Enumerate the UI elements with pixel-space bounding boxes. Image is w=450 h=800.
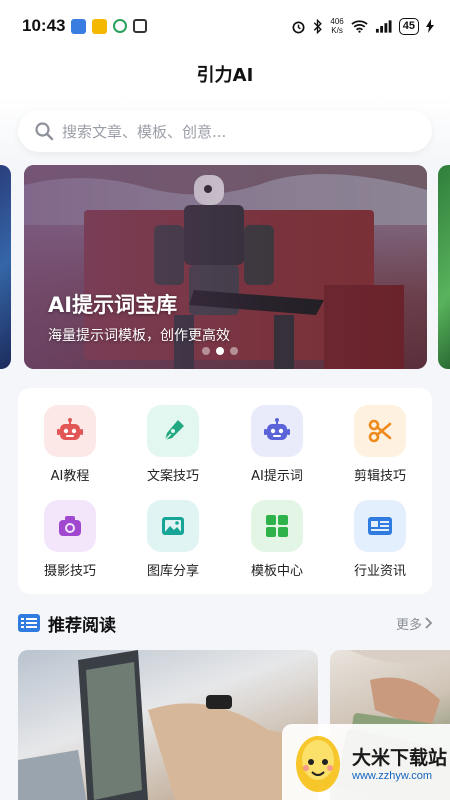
search-icon xyxy=(35,122,54,141)
net-speed-value: 406 xyxy=(330,17,344,26)
grid-icon xyxy=(266,515,288,537)
banner-slide[interactable]: AI提示词宝库 海量提示词模板，创作更高效 xyxy=(24,165,427,369)
banner-title: AI提示词宝库 xyxy=(48,293,178,317)
more-label: 更多 xyxy=(395,617,422,633)
banner-subtitle: 海量提示词模板，创作更高效 xyxy=(48,328,230,344)
section-title-group: 推荐阅读 xyxy=(18,611,116,636)
app-header: 引力AI xyxy=(0,52,450,96)
wifi-icon xyxy=(351,20,368,33)
category-industry-news[interactable]: 行业资讯 xyxy=(328,500,432,590)
status-time: 10:43 xyxy=(22,16,66,35)
page-title: 引力AI xyxy=(196,65,254,86)
pen-nib-icon xyxy=(164,420,184,441)
camera-icon xyxy=(59,516,81,536)
search-input[interactable]: 搜索文章、模板、创意... xyxy=(18,110,432,152)
mail-notification-icon xyxy=(92,18,108,34)
status-left: 10:43 xyxy=(22,16,148,36)
chat-notification-icon xyxy=(113,19,128,33)
category-label: 摄影技巧 xyxy=(43,564,96,579)
category-label: 文案技巧 xyxy=(146,469,199,484)
carousel-indicator xyxy=(202,347,238,355)
category-icon-bg xyxy=(147,500,199,552)
watermark-text: 大米下载站 www.zzhyw.com xyxy=(352,743,447,782)
category-icon-bg xyxy=(147,405,199,457)
category-icon-bg xyxy=(251,405,303,457)
section-title: 推荐阅读 xyxy=(48,615,116,636)
signal-icon xyxy=(375,19,392,33)
watermark-title: 大米下载站 xyxy=(352,746,448,769)
recommended-section-header: 推荐阅读 更多 xyxy=(18,608,432,638)
banner-next-peek[interactable] xyxy=(438,165,450,369)
category-icon-bg xyxy=(354,405,406,457)
newspaper-icon xyxy=(368,517,392,535)
robot-icon xyxy=(264,418,290,440)
category-label: 图库分享 xyxy=(146,564,199,579)
category-icon-bg xyxy=(354,500,406,552)
list-icon xyxy=(18,614,40,632)
net-speed: 406 K/s xyxy=(330,17,343,35)
category-templates[interactable]: 模板中心 xyxy=(225,500,329,590)
robot-icon xyxy=(57,418,83,440)
watermark-url: www.zzhyw.com xyxy=(352,769,433,782)
article-card[interactable] xyxy=(18,650,318,800)
category-icon-bg xyxy=(44,500,96,552)
watermark: 大米下载站 www.zzhyw.com xyxy=(282,724,450,800)
category-label: AI教程 xyxy=(50,469,90,484)
article-image xyxy=(18,650,318,800)
category-ai-prompts[interactable]: AI提示词 xyxy=(225,405,329,495)
category-icon-bg xyxy=(251,500,303,552)
search-placeholder: 搜索文章、模板、创意... xyxy=(62,122,227,141)
category-icon-bg xyxy=(44,405,96,457)
bluetooth-icon xyxy=(314,18,323,34)
app-notification-icon xyxy=(71,18,87,34)
category-label: 行业资讯 xyxy=(353,564,406,579)
status-right: 406 K/s 45 xyxy=(291,17,434,35)
image-icon xyxy=(162,517,184,535)
category-editing[interactable]: 剪辑技巧 xyxy=(328,405,432,495)
category-copywriting[interactable]: 文案技巧 xyxy=(121,405,225,495)
net-speed-unit: K/s xyxy=(331,26,343,35)
category-label: 剪辑技巧 xyxy=(353,469,406,484)
banner-prev-peek[interactable] xyxy=(0,165,11,369)
carousel-dot[interactable] xyxy=(202,347,210,355)
category-grid: AI教程 文案技巧 AI提示词 剪辑技巧 摄影技巧 图库分享 模板中心 行业资讯 xyxy=(18,388,432,594)
battery-level: 45 xyxy=(398,17,419,35)
nfc-icon xyxy=(133,19,148,33)
category-label: AI提示词 xyxy=(251,469,303,484)
watermark-logo xyxy=(296,736,340,792)
more-link[interactable]: 更多 xyxy=(396,614,432,633)
category-ai-tutorial[interactable]: AI教程 xyxy=(18,405,122,495)
alarm-icon xyxy=(292,20,305,33)
scissors-icon xyxy=(368,419,392,443)
chevron-right-icon xyxy=(425,617,432,629)
category-label: 模板中心 xyxy=(250,564,303,579)
carousel-dot[interactable] xyxy=(230,347,238,355)
carousel-dot-active[interactable] xyxy=(216,347,224,355)
category-photography[interactable]: 摄影技巧 xyxy=(18,500,122,590)
charging-icon xyxy=(426,19,434,33)
status-bar: 10:43 406 K/s 45 xyxy=(0,0,450,52)
category-gallery[interactable]: 图库分享 xyxy=(121,500,225,590)
